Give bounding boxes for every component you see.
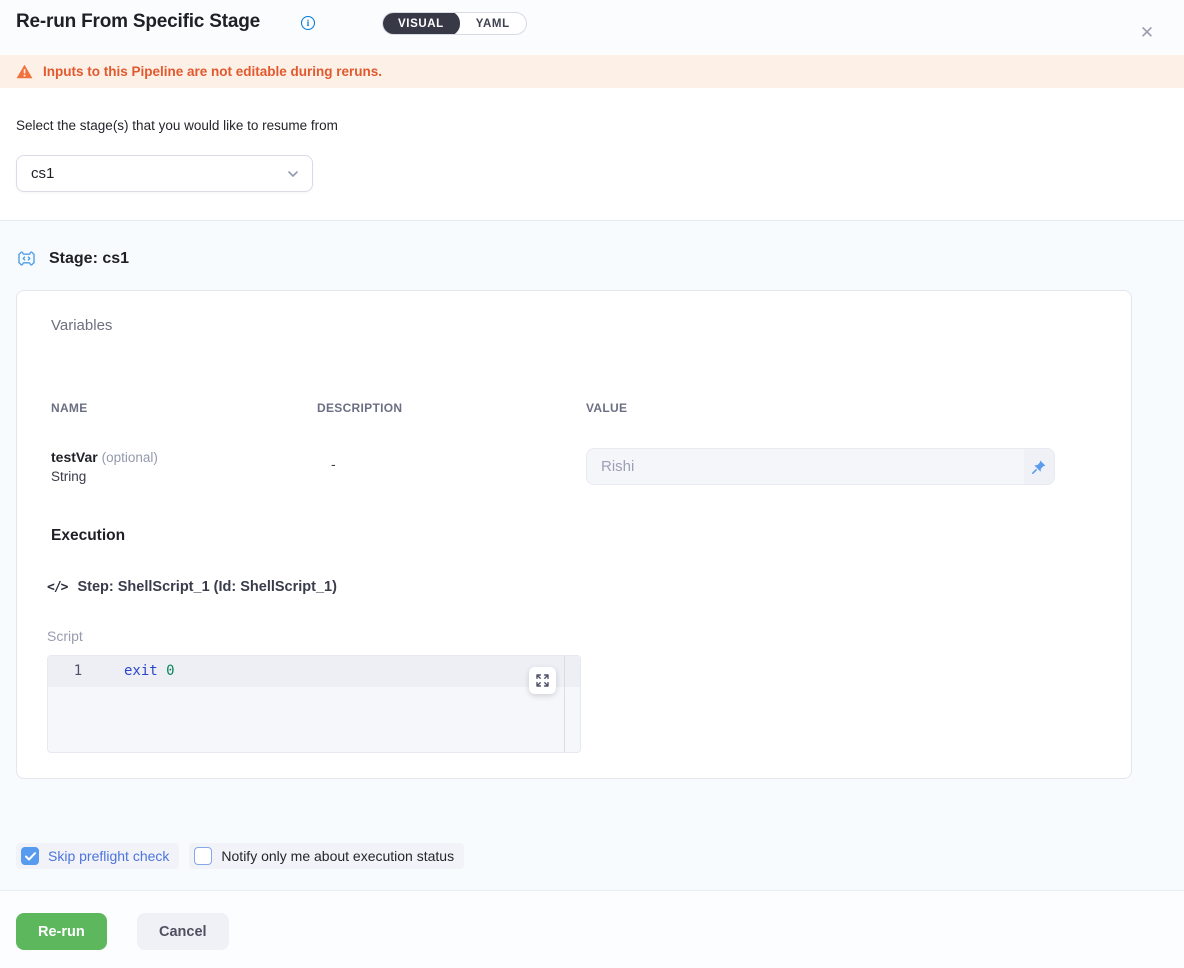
visual-yaml-toggle: VISUAL YAML (382, 12, 527, 35)
chevron-down-icon (286, 167, 300, 181)
stage-select-dropdown[interactable]: cs1 (16, 155, 313, 192)
rerun-button[interactable]: Re-run (16, 913, 107, 950)
pin-button[interactable] (1024, 449, 1054, 484)
dialog-header: Re-run From Specific Stage i VISUAL YAML… (0, 0, 1184, 55)
code-token-keyword: exit (124, 663, 158, 679)
stage-heading-row: Stage: cs1 (16, 248, 129, 269)
info-icon[interactable]: i (301, 16, 315, 30)
variable-name-cell: testVar (optional) String (51, 448, 158, 486)
step-label: Step: ShellScript_1 (Id: ShellScript_1) (77, 579, 336, 595)
tab-visual[interactable]: VISUAL (382, 12, 460, 35)
main-content: Stage: cs1 Variables NAME DESCRIPTION VA… (0, 221, 1184, 890)
column-header-value: VALUE (586, 401, 627, 415)
script-label: Script (47, 628, 83, 644)
stage-heading: Stage: cs1 (49, 250, 129, 268)
custom-stage-icon (16, 248, 37, 269)
script-code-editor[interactable]: 1 exit 0 (47, 655, 581, 753)
warning-banner: Inputs to this Pipeline are not editable… (0, 55, 1184, 88)
stage-select-section: Select the stage(s) that you would like … (0, 88, 1184, 221)
variable-value-input[interactable]: Rishi (586, 448, 1055, 485)
editor-line-number: 1 (48, 663, 108, 679)
code-token-number: 0 (166, 663, 174, 679)
notify-only-me-checkbox[interactable] (194, 847, 212, 865)
cancel-button[interactable]: Cancel (137, 913, 229, 950)
execution-options-row: Skip preflight check Notify only me abou… (16, 843, 464, 869)
variables-heading: Variables (51, 317, 112, 334)
skip-preflight-label[interactable]: Skip preflight check (48, 848, 169, 864)
notify-only-me-label[interactable]: Notify only me about execution status (221, 848, 454, 864)
page-title: Re-run From Specific Stage (16, 11, 260, 33)
stage-details-card: Variables NAME DESCRIPTION VALUE testVar… (16, 290, 1132, 779)
editor-scrollbar[interactable] (564, 656, 565, 752)
variable-value-text: Rishi (587, 458, 1024, 475)
warning-triangle-icon (16, 64, 33, 79)
expand-editor-button[interactable] (529, 667, 556, 694)
column-header-description: DESCRIPTION (317, 401, 402, 415)
skip-preflight-option[interactable]: Skip preflight check (16, 843, 179, 869)
step-row: </> Step: ShellScript_1 (Id: ShellScript… (47, 579, 337, 595)
skip-preflight-checkbox[interactable] (21, 847, 39, 865)
warning-banner-text: Inputs to this Pipeline are not editable… (43, 64, 382, 79)
variable-type: String (51, 467, 158, 486)
tab-yaml[interactable]: YAML (460, 12, 526, 35)
stage-select-value: cs1 (31, 165, 286, 182)
column-header-name: NAME (51, 401, 88, 415)
variable-name: testVar (51, 449, 98, 465)
execution-heading: Execution (51, 527, 125, 545)
code-step-icon: </> (47, 580, 67, 595)
variable-optional-label: (optional) (102, 450, 158, 465)
dialog-footer: Re-run Cancel (0, 890, 1184, 968)
close-icon[interactable]: ✕ (1136, 22, 1158, 44)
stage-select-label: Select the stage(s) that you would like … (16, 118, 338, 133)
expand-arrows-icon (536, 674, 549, 687)
editor-code-line: exit 0 (124, 663, 175, 679)
notify-only-me-option[interactable]: Notify only me about execution status (189, 843, 464, 869)
variable-description: - (331, 456, 336, 472)
